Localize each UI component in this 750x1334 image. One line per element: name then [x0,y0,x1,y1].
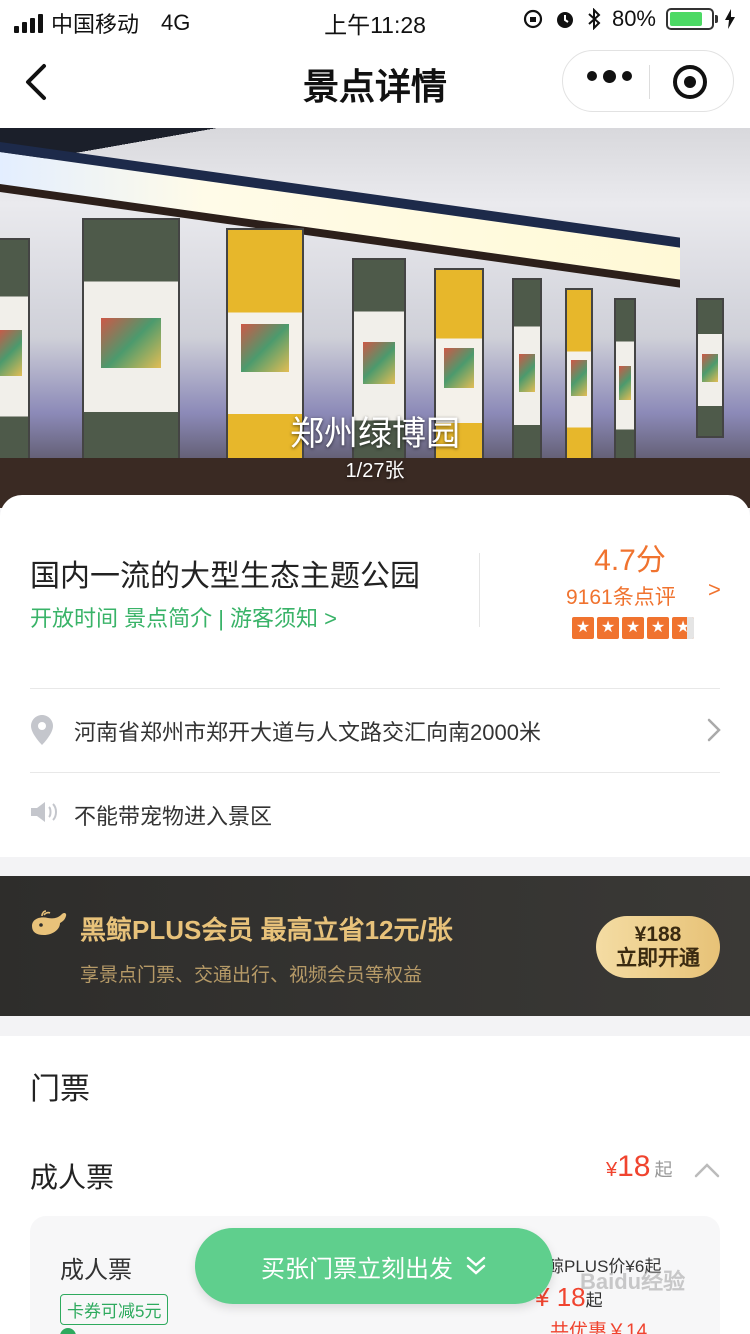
star-rating: ★ ★ ★ ★ ★ [572,617,694,639]
double-chevron-down-icon [466,1256,486,1275]
price-suffix: 起 [654,1160,673,1180]
rating-score[interactable]: 4.7分 [530,535,730,579]
mini-program-capsule [562,50,734,112]
plus-title: 黑鲸PLUS会员 最高立省12元/张 [80,915,453,945]
ticket-name: 成人票 [60,1257,132,1284]
section-title: 门票 [30,1073,90,1106]
buy-ticket-label: 买张门票立刻出发 [261,1255,453,1283]
coupon-badge: 卡券可减5元 [60,1294,169,1325]
rotation-lock-icon [523,9,543,29]
status-dot [60,1328,76,1334]
divider [30,772,720,773]
plus-membership-banner[interactable]: 黑鲸PLUS会员 最高立省12元/张 享景点门票、交通出行、视频会员等权益 ¥1… [0,876,750,1016]
attraction-info-card: 国内一流的大型生态主题公园 开放时间 景点简介 | 游客须知 > 4.7分 91… [0,495,750,857]
star-icon: ★ [597,617,619,639]
divider [479,553,480,627]
plus-activate-button[interactable]: ¥188 立即开通 [596,916,720,978]
category-price: ¥18 起 [606,1150,673,1184]
status-bar: 中国移动 4G 上午11:28 80% [0,0,750,40]
divider [30,688,720,689]
currency: ¥ [606,1159,618,1181]
battery-icon [666,8,718,30]
photo-counter: 1/27张 [345,460,405,482]
address-text[interactable]: 河南省郑州市郑开大道与人文路交汇向南2000米 [74,715,541,747]
charging-icon [725,9,735,29]
star-icon: ★ [672,617,694,639]
notice-text: 不能带宠物进入景区 [74,804,273,829]
speaker-icon [31,802,57,822]
watermark: Baidu经验 [580,1269,686,1294]
alarm-icon [556,12,573,28]
price-value: 18 [617,1150,651,1183]
info-links[interactable]: 开放时间 景点简介 | 游客须知 > [30,601,337,633]
star-icon: ★ [622,617,644,639]
capsule-divider [649,65,650,99]
more-dots-icon[interactable] [587,69,632,83]
buy-ticket-button[interactable]: 买张门票立刻出发 [195,1228,553,1304]
navigation-bar: 景点详情 [0,40,750,128]
review-count[interactable]: 9161条点评 [566,581,676,611]
location-pin-icon [31,715,53,745]
plus-subtitle: 享景点门票、交通出行、视频会员等权益 [80,965,423,986]
chevron-right-icon[interactable] [706,717,722,743]
battery-percent: 80% [611,6,656,31]
photo-gallery[interactable]: 郑州绿博园 1/27张 [0,128,750,508]
plus-button-label: 立即开通 [616,947,700,970]
gallery-caption: 郑州绿博园 [290,415,460,453]
whale-icon [32,910,67,935]
chevron-up-icon[interactable] [694,1162,720,1178]
star-icon: ★ [572,617,594,639]
bluetooth-icon [588,8,601,30]
attraction-headline: 国内一流的大型生态主题公园 [30,560,420,593]
ticket-category[interactable]: 成人票 [30,1156,114,1196]
target-icon[interactable] [673,65,707,99]
plus-price: ¥188 [634,923,682,946]
star-icon: ★ [647,617,669,639]
discount-text: 共优惠￥14 [550,1321,648,1334]
chevron-right-icon[interactable]: > [708,577,721,603]
